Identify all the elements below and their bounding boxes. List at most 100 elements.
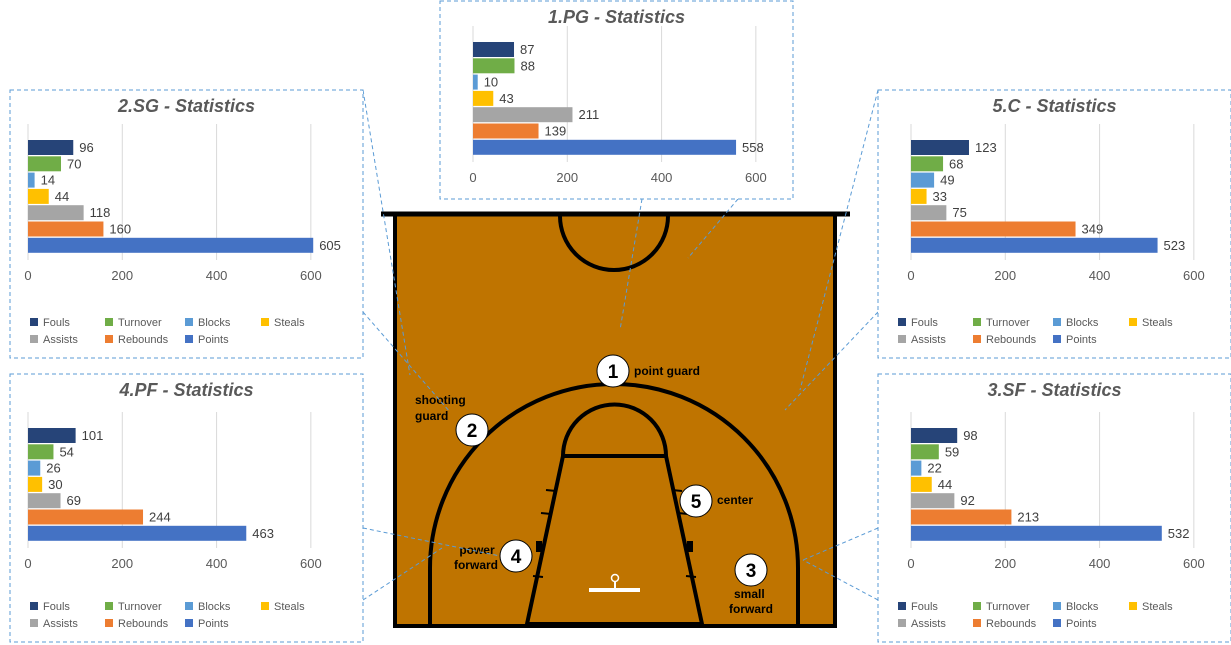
bar-steals	[28, 188, 49, 204]
bar-assists	[28, 205, 84, 221]
data-label: 68	[949, 156, 963, 171]
bar-fouls	[473, 42, 515, 57]
legend-swatch	[973, 602, 981, 610]
legend-swatch	[1053, 602, 1061, 610]
x-tick-label: 400	[206, 268, 228, 283]
legend-label: Fouls	[911, 317, 938, 329]
legend-label: Steals	[274, 317, 305, 329]
legend-label: Points	[1066, 334, 1097, 346]
data-label: 44	[938, 477, 952, 492]
data-label: 87	[520, 42, 534, 57]
bar-blocks	[28, 460, 41, 476]
legend-label: Steals	[274, 601, 305, 613]
data-label: 44	[55, 189, 69, 204]
legend-swatch	[105, 602, 113, 610]
data-label: 14	[41, 173, 55, 188]
data-label: 92	[960, 493, 974, 508]
chart-panel-2: 2.SG - Statistics 0 200 400 600 9670 1444 118 16…	[9, 89, 364, 359]
data-label: 10	[484, 75, 498, 90]
x-tick-label: 0	[907, 556, 914, 571]
position-2-number: 2	[467, 421, 478, 442]
legend-swatch	[1053, 318, 1061, 326]
legend-label: Points	[1066, 618, 1097, 630]
bar-points	[473, 139, 737, 155]
chart-title: 4.PF - Statistics	[118, 380, 253, 400]
bar-blocks	[911, 460, 922, 476]
bar-points	[28, 525, 247, 541]
legend-swatch	[185, 619, 193, 627]
chart-title: 1.PG - Statistics	[548, 7, 685, 27]
legend-label: Assists	[43, 334, 78, 346]
data-label: 88	[520, 58, 534, 73]
bar-fouls	[28, 140, 74, 155]
data-label: 463	[252, 526, 274, 541]
chart-panel-3: 5.C - Statistics 0 200 400 600 123 68 4933 75 349…	[877, 89, 1231, 359]
legend-swatch	[105, 619, 113, 627]
x-tick-label: 400	[1089, 556, 1111, 571]
chart-panel-1: 1.PG - Statistics 0 200 400 600 8788 1043 211 13…	[439, 0, 794, 200]
position-3-label: small forward	[729, 587, 773, 616]
position-4-label: power forward	[454, 543, 498, 572]
bar-rebounds	[911, 221, 1076, 237]
data-label: 101	[82, 428, 104, 443]
bar-rebounds	[911, 509, 1012, 525]
data-label: 523	[1164, 238, 1186, 253]
data-label: 69	[67, 493, 81, 508]
bar-points	[911, 525, 1162, 541]
data-label: 96	[79, 140, 93, 155]
bar-turnover	[911, 444, 939, 460]
legend-label: Blocks	[1066, 601, 1099, 613]
chart-panel-5: 3.SF - Statistics 0 200 400 600 98 59 2244 92 213…	[877, 373, 1231, 643]
data-label: 123	[975, 140, 997, 155]
x-tick-label: 600	[300, 556, 322, 571]
data-label: 139	[545, 124, 567, 139]
legend-label: Turnover	[118, 601, 162, 613]
bar-assists	[911, 493, 955, 509]
data-label: 244	[149, 510, 171, 525]
legend-label: Assists	[911, 618, 946, 630]
data-label: 30	[48, 477, 62, 492]
bar-assists	[473, 107, 573, 123]
legend-swatch	[898, 318, 906, 326]
bar-points	[911, 237, 1158, 253]
x-tick-label: 600	[1183, 268, 1205, 283]
bar-turnover	[28, 156, 61, 172]
data-label: 26	[46, 461, 60, 476]
data-label: 54	[59, 444, 73, 459]
x-tick-label: 0	[24, 268, 31, 283]
data-label: 22	[927, 461, 941, 476]
legend-swatch	[261, 318, 269, 326]
legend-label: Points	[198, 618, 229, 630]
position-5-label: center	[717, 493, 753, 507]
court-stats-figure: 1 point guard 2 shooting guard 3 small f…	[9, 0, 1231, 643]
legend-label: Turnover	[118, 317, 162, 329]
legend-label: Fouls	[43, 601, 70, 613]
data-label: 118	[90, 205, 111, 220]
bar-assists	[911, 205, 947, 221]
x-tick-label: 200	[994, 556, 1016, 571]
data-label: 213	[1017, 510, 1039, 525]
data-label: 59	[945, 444, 959, 459]
bar-rebounds	[28, 509, 144, 525]
x-tick-label: 200	[994, 268, 1016, 283]
legend-swatch	[30, 335, 38, 343]
legend-swatch	[1129, 602, 1137, 610]
legend-label: Steals	[1142, 317, 1173, 329]
legend-swatch	[973, 335, 981, 343]
position-1-number: 1	[608, 362, 619, 383]
data-label: 349	[1082, 222, 1104, 237]
legend-label: Rebounds	[986, 334, 1037, 346]
chart-panel-4: 4.PF - Statistics 0 200 400 600 101 54 2630 69 24…	[9, 373, 364, 643]
bar-rebounds	[28, 221, 104, 237]
position-3-number: 3	[746, 561, 757, 582]
data-label: 75	[952, 205, 966, 220]
x-tick-label: 0	[907, 268, 914, 283]
bar-rebounds	[473, 123, 539, 139]
legend-label: Rebounds	[118, 334, 169, 346]
legend-swatch	[30, 318, 38, 326]
data-label: 49	[940, 173, 954, 188]
legend-swatch	[105, 318, 113, 326]
bar-fouls	[28, 428, 76, 443]
bar-blocks	[473, 74, 478, 90]
x-tick-label: 600	[300, 268, 322, 283]
